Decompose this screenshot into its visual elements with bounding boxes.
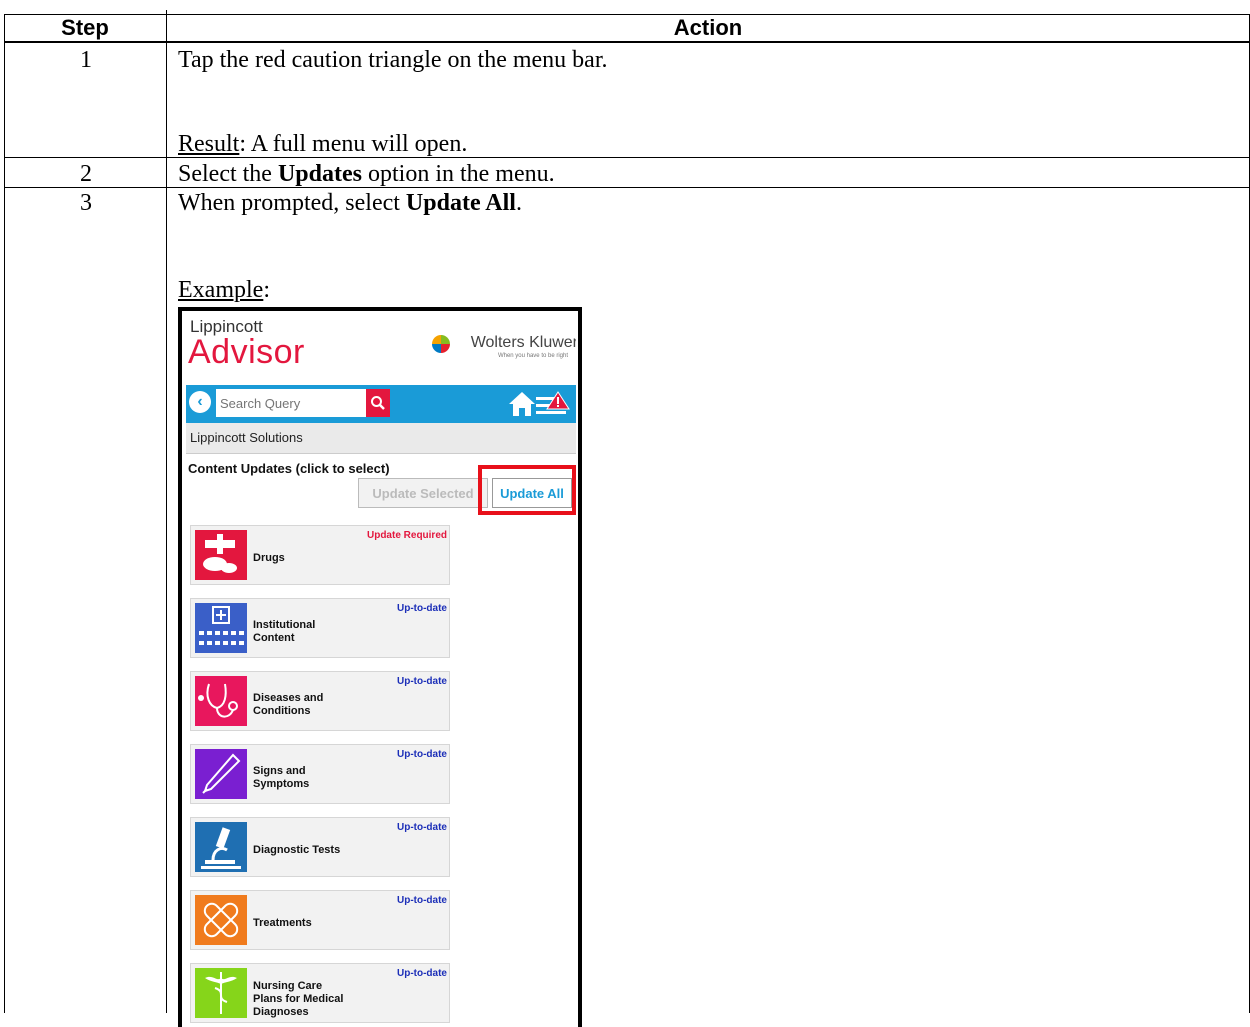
tile-treatments[interactable]: Treatments Up-to-date	[190, 890, 450, 950]
example-screenshot: Lippincott Advisor Wolters Kluwer When y…	[178, 307, 582, 1027]
back-button[interactable]: ‹	[189, 391, 211, 413]
tile-signs-and-symptoms[interactable]: Signs and Symptoms Up-to-date	[190, 744, 450, 804]
example-word: Example	[178, 277, 264, 303]
header-action: Action	[673, 15, 743, 40]
table-left-border	[4, 14, 5, 1013]
thermometer-icon	[195, 749, 247, 799]
step3-post: .	[515, 190, 522, 216]
tile-diseases-and-conditions[interactable]: Diseases and Conditions Up-to-date	[190, 671, 450, 731]
tile-institutional-content[interactable]: Institutional Content Up-to-date	[190, 598, 450, 658]
status-badge: Up-to-date	[397, 822, 447, 833]
result-text: : A full menu will open.	[239, 131, 468, 157]
step3-bold: Update All	[405, 190, 516, 216]
tile-nursing-care-plans[interactable]: Nursing Care Plans for Medical Diagnoses…	[190, 963, 450, 1023]
stethoscope-icon	[195, 676, 247, 726]
tile-name: Signs and Symptoms	[253, 765, 310, 790]
step2-bold: Updates	[277, 161, 362, 187]
menu-bar: ‹	[186, 385, 576, 423]
tile-name: Institutional Content	[253, 619, 316, 644]
column-divider	[166, 10, 167, 1013]
tile-name: Nursing Care Plans for Medical Diagnoses	[253, 980, 344, 1018]
chevron-left-icon: ‹	[197, 393, 203, 410]
tile-name: Diagnostic Tests	[253, 844, 341, 856]
home-icon[interactable]	[508, 391, 536, 417]
status-badge: Up-to-date	[397, 603, 447, 614]
wolters-kluwer-logo-icon	[432, 335, 450, 353]
publisher-name: Wolters Kluwer	[470, 334, 576, 351]
step1-instruction: Tap the red caution triangle on the menu…	[178, 47, 608, 73]
step3-instruction: When prompted, select Update All.	[178, 189, 522, 217]
brand-advisor: Advisor	[188, 333, 305, 371]
example-label: Example:	[178, 276, 270, 304]
tile-diagnostic-tests[interactable]: Diagnostic Tests Up-to-date	[190, 817, 450, 877]
example-colon: :	[263, 277, 270, 303]
microscope-icon	[195, 822, 247, 872]
tile-name: Drugs	[253, 552, 285, 564]
status-badge: Up-to-date	[397, 749, 447, 760]
step-number-2: 2	[80, 161, 92, 187]
tile-name: Diseases and Conditions	[253, 692, 324, 717]
update-selected-button[interactable]: Update Selected	[358, 478, 488, 508]
header-step: Step	[61, 15, 109, 40]
status-badge: Up-to-date	[397, 895, 447, 906]
status-badge: Up-to-date	[397, 676, 447, 687]
step2-pre: Select the	[178, 161, 278, 187]
step2-instruction: Select the Updates option in the menu.	[178, 160, 555, 188]
menu-caution-icon[interactable]	[536, 391, 570, 417]
content-updates-title: Content Updates (click to select)	[188, 461, 390, 476]
tile-name: Treatments	[253, 917, 312, 929]
step1-result: Result: A full menu will open.	[178, 130, 467, 158]
drugs-icon	[195, 530, 247, 580]
status-badge: Up-to-date	[397, 968, 447, 979]
tile-drugs[interactable]: Drugs Update Required	[190, 525, 450, 585]
publisher-tagline: When you have to be right	[497, 353, 568, 359]
result-label: Result	[178, 131, 240, 157]
table-header-border	[4, 41, 1250, 43]
search-input[interactable]	[216, 389, 366, 417]
update-all-button[interactable]: Update All	[492, 478, 572, 508]
breadcrumb: Lippincott Solutions	[186, 423, 576, 454]
step-number-3: 3	[80, 190, 92, 216]
bandage-icon	[195, 895, 247, 945]
hospital-icon	[195, 603, 247, 653]
screenshot-frame: Lippincott Advisor Wolters Kluwer When y…	[182, 311, 578, 1027]
step3-pre: When prompted, select	[178, 190, 406, 216]
step2-post: option in the menu.	[361, 161, 555, 187]
search-icon	[371, 396, 385, 410]
caduceus-icon	[195, 968, 247, 1018]
status-badge: Update Required	[366, 530, 447, 541]
search-button[interactable]	[366, 389, 390, 417]
step-number-1: 1	[80, 47, 92, 73]
app-screen: Lippincott Advisor Wolters Kluwer When y…	[186, 313, 576, 1027]
